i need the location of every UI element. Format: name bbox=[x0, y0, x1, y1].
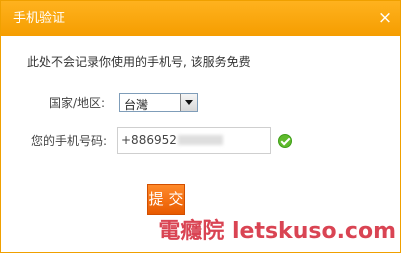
phone-label: 您的手机号码: bbox=[31, 134, 108, 148]
close-icon[interactable]: × bbox=[376, 9, 394, 27]
phone-verification-dialog: 手机验证 × 此处不会记录你使用的手机号, 该服务免费 国家/地区: 台灣 您的… bbox=[0, 0, 401, 253]
region-select-value: 台灣 bbox=[124, 98, 149, 112]
phone-number-value: +886952 bbox=[121, 133, 177, 147]
dialog-title: 手机验证 bbox=[13, 11, 66, 26]
region-label: 国家/地区: bbox=[49, 96, 106, 110]
privacy-notice: 此处不会记录你使用的手机号, 该服务免费 bbox=[27, 55, 251, 69]
obscured-phone-digits bbox=[177, 135, 223, 145]
title-bar: 手机验证 × bbox=[1, 1, 400, 36]
phone-number-input[interactable]: +886952 bbox=[117, 127, 271, 154]
region-select[interactable]: 台灣 bbox=[119, 93, 198, 112]
chevron-down-icon[interactable] bbox=[180, 94, 197, 111]
check-circle-icon bbox=[278, 134, 292, 148]
submit-button[interactable]: 提 交 bbox=[147, 184, 185, 215]
watermark: 電癮院 letskuso.com bbox=[158, 219, 396, 244]
